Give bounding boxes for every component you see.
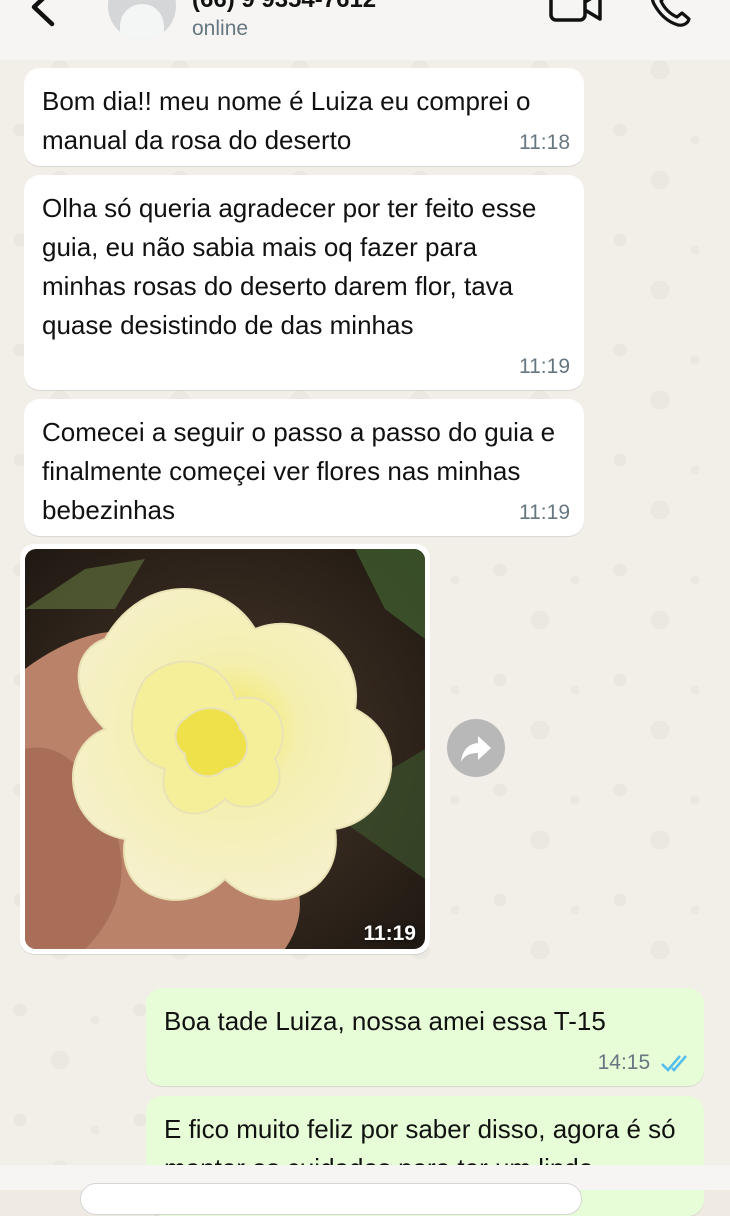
message-time: 11:19 [519,501,570,524]
message-time: 11:18 [519,131,570,154]
contact-status: online [192,17,249,40]
message-text: Olha só queria agradecer por ter feito e… [42,193,537,340]
contact-avatar[interactable] [108,0,176,40]
forward-icon [461,736,491,762]
message-time: 11:19 [519,355,570,378]
back-arrow-icon[interactable] [22,0,62,32]
incoming-message[interactable]: Bom dia!! meu nome é Luiza eu comprei o … [24,68,584,166]
message-status: 14:15 [598,1043,692,1082]
forward-button[interactable] [447,719,505,777]
video-call-icon[interactable] [548,0,604,26]
double-check-icon [661,1055,687,1073]
desert-rose-flower-image [25,549,425,949]
outgoing-message[interactable]: Boa tade Luiza, nossa amei essa T-15 14:… [146,988,704,1086]
message-text: Comecei a seguir o passo a passo do guia… [42,417,556,525]
flower-photo[interactable] [25,549,425,949]
incoming-message[interactable]: Olha só queria agradecer por ter feito e… [24,175,584,390]
message-time: 14:15 [597,1051,651,1074]
message-input[interactable] [80,1183,582,1215]
message-text: Boa tade Luiza, nossa amei essa T-15 [164,1006,606,1036]
incoming-message[interactable]: Comecei a seguir o passo a passo do guia… [24,399,584,536]
message-text: Bom dia!! meu nome é Luiza eu comprei o … [42,86,531,155]
contact-name[interactable]: (66) 9 9354-7612 [192,0,376,14]
incoming-image-message[interactable]: 11:19 [20,544,430,954]
message-time: 11:19 [363,922,416,945]
phone-call-icon[interactable] [646,0,694,28]
chat-header: (66) 9 9354-7612 online [0,0,730,60]
